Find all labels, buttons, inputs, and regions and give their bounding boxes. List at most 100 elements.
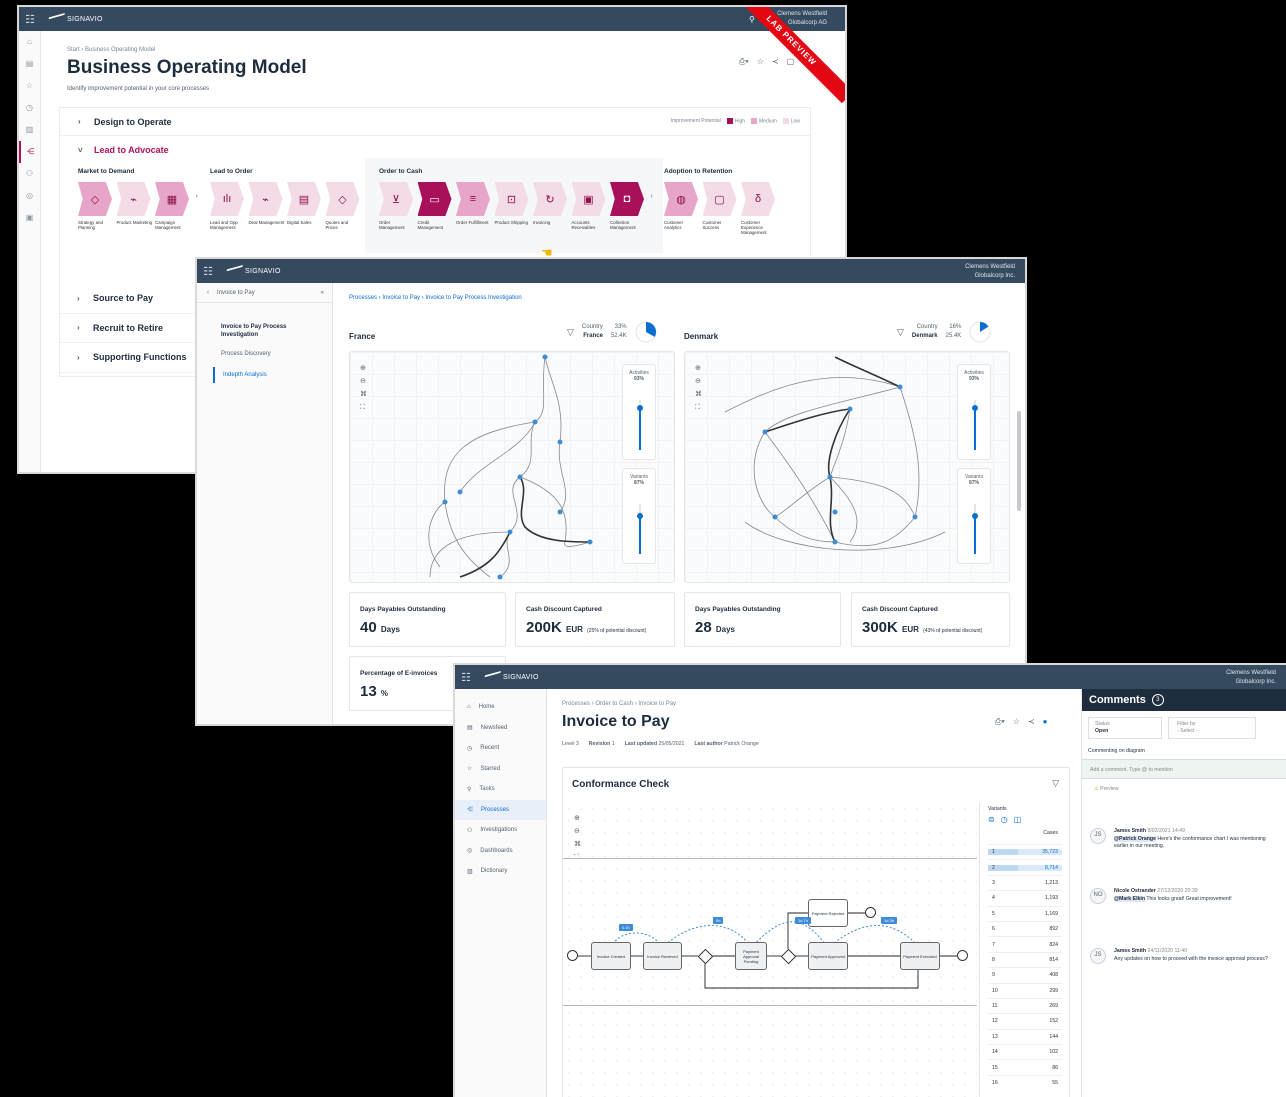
- variant-row[interactable]: 2 8,714: [988, 859, 1062, 874]
- comment-icon[interactable]: ●: [1043, 717, 1048, 727]
- capability-collection-management[interactable]: ◘: [610, 182, 644, 216]
- filter-select[interactable]: Filter by - Select -: [1168, 717, 1256, 739]
- filter-icon[interactable]: ▽: [567, 327, 574, 338]
- activity-invoice-received[interactable]: Invoice Received: [643, 942, 682, 970]
- variant-row[interactable]: 11 269: [988, 997, 1062, 1013]
- star-icon[interactable]: ☆: [757, 57, 764, 67]
- activity-payment-approval-pending[interactable]: Payment Approval Pending: [735, 942, 767, 970]
- conformance-diagram[interactable]: ⊕ ⊖ ⌘ ⛶ Invoice Created Invoice Received Pa…: [563, 803, 977, 1097]
- share-icon[interactable]: ≺: [1028, 717, 1035, 727]
- nav-item-processes[interactable]: ⋲ Processes: [455, 799, 546, 820]
- tasks-icon[interactable]: ▥: [19, 119, 40, 141]
- share-icon[interactable]: ≺: [772, 57, 779, 67]
- back-link[interactable]: ‹ Invoice to Pay «: [197, 283, 332, 303]
- activity-payment-executed[interactable]: Payment Executed: [900, 942, 940, 970]
- france-variants-slider[interactable]: Variants 87%: [622, 468, 656, 564]
- print-icon[interactable]: ⎙▾: [739, 57, 749, 67]
- variant-row[interactable]: 9 408: [988, 967, 1062, 982]
- capability-invoicing[interactable]: ↻: [533, 182, 567, 216]
- denmark-activities-slider[interactable]: Activities 93%: [957, 364, 991, 460]
- nav-item-starred[interactable]: ☆ Starred: [455, 759, 546, 780]
- filter-icon[interactable]: ▽: [1052, 778, 1059, 789]
- kpi-card-dpo-france[interactable]: Days Payables Outstanding 40 Days: [349, 592, 506, 647]
- processes-icon[interactable]: ⋲: [19, 141, 40, 163]
- investigations-icon[interactable]: ⚇: [19, 163, 40, 185]
- app-switcher-icon[interactable]: ☷: [455, 667, 477, 687]
- brand[interactable]: SIGNAVIO: [483, 671, 539, 683]
- fullscreen-icon[interactable]: ⛶: [695, 401, 702, 414]
- collapse-icon[interactable]: «: [321, 290, 324, 296]
- capability-order-management[interactable]: ⊻: [379, 182, 413, 216]
- capability-accounts-receivables[interactable]: ▣: [571, 182, 606, 216]
- breadcrumb[interactable]: Start › Business Operating Model: [67, 47, 155, 53]
- nav-item-recent[interactable]: ◷ Recent: [455, 738, 546, 759]
- newsfeed-icon[interactable]: ▤: [19, 53, 40, 75]
- app-switcher-icon[interactable]: ☷: [19, 9, 41, 29]
- variant-row[interactable]: 12 152: [988, 1013, 1062, 1028]
- variant-row[interactable]: 16 55: [988, 1074, 1062, 1090]
- variant-row[interactable]: 10 299: [988, 982, 1062, 998]
- capability-order-fulfillment[interactable]: ≡: [456, 182, 490, 216]
- variant-row[interactable]: 15 86: [988, 1059, 1062, 1074]
- capability-product-shipping[interactable]: ⊡: [494, 182, 529, 216]
- breadcrumb[interactable]: Processes › Order to Cash › Invoice to P…: [562, 701, 676, 707]
- zoom-out-icon[interactable]: ⊖: [695, 375, 702, 388]
- france-process-map[interactable]: ⊕ ⊖ ⌘ ⛶ Activities 93% Variants 87%: [349, 351, 675, 583]
- capability-deal-management[interactable]: ⌁: [248, 182, 283, 216]
- user-menu[interactable]: Clemens Westfield Globalcorp Inc.: [965, 263, 1015, 281]
- denmark-process-map[interactable]: ⊕ ⊖ ⌘ ⛶ Activities 93% Variants 87%: [684, 351, 1010, 583]
- variants-icon[interactable]: ⊜: [988, 815, 995, 824]
- nav-item-process-discovery[interactable]: Process Discovery: [221, 351, 332, 357]
- app-switcher-icon[interactable]: ☷: [197, 261, 219, 281]
- variant-row[interactable]: 14 102: [988, 1044, 1062, 1059]
- nav-item-tasks[interactable]: ⚲ Tasks: [455, 779, 546, 800]
- nav-item-dictionary[interactable]: ▥ Dictionary: [455, 861, 546, 882]
- section-recruit-to-retire[interactable]: › Recruit to Retire: [59, 314, 199, 343]
- activity-payment-rejected[interactable]: Payment Rejected: [808, 899, 848, 927]
- nav-item-dashboards[interactable]: ◎ Dashboards: [455, 841, 546, 862]
- capability-credit-management[interactable]: ▭: [417, 182, 452, 216]
- capability-campaign-management[interactable]: ▦: [155, 182, 189, 216]
- capability-customer-analytics[interactable]: ◍: [664, 182, 698, 216]
- fullscreen-icon[interactable]: ⛶: [360, 401, 367, 414]
- nav-item-indepth-analysis[interactable]: Indepth Analysis: [213, 367, 332, 383]
- star-icon[interactable]: ☆: [1013, 717, 1020, 727]
- scrollbar[interactable]: [1017, 411, 1021, 511]
- france-activities-slider[interactable]: Activities 93%: [622, 364, 656, 460]
- kpi-card-dpo-denmark[interactable]: Days Payables Outstanding 28 Days: [684, 592, 841, 647]
- variant-row[interactable]: 7 824: [988, 936, 1062, 951]
- activity-invoice-created[interactable]: Invoice Created: [591, 942, 631, 970]
- zoom-out-icon[interactable]: ⊖: [360, 375, 367, 388]
- france-filter[interactable]: ▽ Country France 33% 52.4K: [567, 321, 657, 343]
- variant-row[interactable]: 13 144: [988, 1028, 1062, 1044]
- brand[interactable]: SIGNAVIO: [47, 13, 103, 25]
- dictionary-icon[interactable]: ▣: [19, 207, 40, 229]
- section-source-to-pay[interactable]: › Source to Pay: [59, 284, 199, 314]
- dashboards-icon[interactable]: ◎: [19, 185, 40, 207]
- capability-lead-and-opp-management[interactable]: ılı: [210, 182, 244, 216]
- comment-input[interactable]: Add a comment. Type @ to mention: [1082, 759, 1286, 779]
- nav-item-newsfeed[interactable]: ▤ Newsfeed: [455, 718, 546, 739]
- fit-icon[interactable]: ⌘: [695, 388, 702, 401]
- capability-product-marketing[interactable]: ⌁: [116, 182, 151, 216]
- nav-item-investigation[interactable]: Invoice to Pay Process Investigation: [221, 323, 301, 339]
- denmark-variants-slider[interactable]: Variants 87%: [957, 468, 991, 564]
- status-select[interactable]: Status Open: [1088, 717, 1162, 739]
- nav-item-investigations[interactable]: ⚇ Investigations: [455, 820, 546, 841]
- timer-icon[interactable]: ◷: [1001, 815, 1008, 824]
- capability-strategy-and-planning[interactable]: ◇: [78, 182, 112, 216]
- variant-row[interactable]: 8 814: [988, 951, 1062, 967]
- nav-item-home[interactable]: ⌂ Home: [455, 697, 546, 718]
- comment-item[interactable]: JS James Smith 8/02/2021 14:49 @Patrick Or…: [1090, 828, 1278, 851]
- variant-row[interactable]: 4 1,193: [988, 890, 1062, 905]
- print-icon[interactable]: ⎙▾: [995, 717, 1005, 727]
- comment-item[interactable]: NO Nicole Ostrander 27/12/2020 20:39 @Mark…: [1090, 888, 1278, 904]
- brand[interactable]: SIGNAVIO: [225, 265, 281, 277]
- cases-icon[interactable]: ◫: [1014, 815, 1022, 824]
- breadcrumb[interactable]: Processes › Invoice to Pay › Invoice to …: [349, 295, 522, 301]
- recent-icon[interactable]: ◷: [19, 97, 40, 119]
- denmark-filter[interactable]: ▽ Country Denmark 16% 25.4K: [897, 321, 991, 343]
- starred-icon[interactable]: ☆: [19, 75, 40, 97]
- variant-row[interactable]: 6 892: [988, 920, 1062, 936]
- capability-digital-sales[interactable]: ▤: [287, 182, 321, 216]
